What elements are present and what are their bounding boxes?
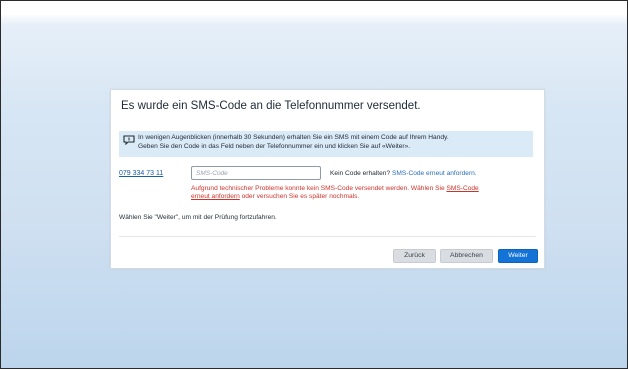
error-resend-link-part-2[interactable]: erneut anfordern	[191, 193, 240, 200]
error-line-2: oder versuchen Sie es später nochmals.	[239, 193, 360, 200]
cancel-button[interactable]: Abbrechen	[440, 249, 493, 263]
next-button[interactable]: Weiter	[498, 249, 538, 263]
error-line-1: Aufgrund technischer Probleme konnte kei…	[191, 185, 447, 192]
info-text: In wenigen Augenblicken (innerhalb 30 Se…	[138, 134, 449, 151]
divider	[119, 236, 536, 237]
resend-code-link[interactable]: SMS-Code erneut anfordern.	[392, 170, 477, 177]
continue-note: Wählen Sie "Weiter", um mit der Prüfung …	[119, 214, 277, 221]
info-line-1: In wenigen Augenblicken (innerhalb 30 Se…	[138, 134, 449, 141]
error-resend-link-part-1[interactable]: SMS-Code	[446, 185, 478, 192]
message-icon	[123, 135, 135, 145]
sms-code-input[interactable]	[191, 166, 321, 180]
info-line-2: Geben Sie den Code in das Feld neben der…	[138, 142, 411, 150]
info-box: In wenigen Augenblicken (innerhalb 30 Se…	[119, 131, 533, 157]
page-frame: Es wurde ein SMS-Code an die Telefonnumm…	[0, 0, 628, 369]
error-message: Aufgrund technischer Probleme konnte kei…	[191, 185, 479, 201]
no-code-row: Kein Code erhalten? SMS-Code erneut anfo…	[330, 170, 477, 177]
dialog-title: Es wurde ein SMS-Code an die Telefonnumm…	[121, 100, 421, 112]
phone-number-link[interactable]: 079 334 73 11	[119, 170, 163, 177]
back-button[interactable]: Zurück	[393, 249, 436, 263]
no-code-label: Kein Code erhalten?	[330, 170, 391, 177]
top-band	[1, 1, 627, 15]
sms-verification-dialog: Es wurde ein SMS-Code an die Telefonnumm…	[110, 89, 545, 269]
